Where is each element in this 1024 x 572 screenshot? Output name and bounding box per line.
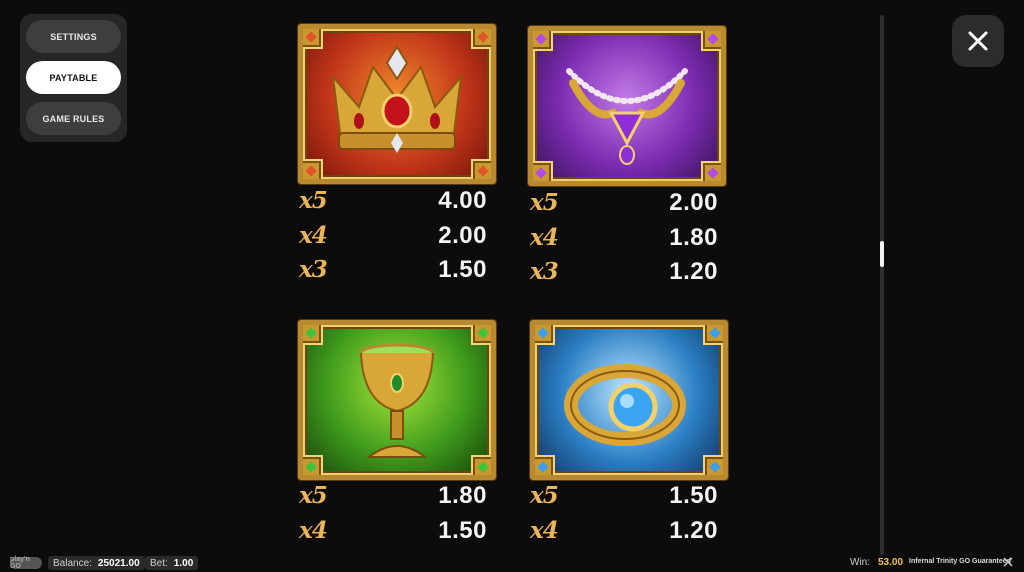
corner-gem-icon <box>471 325 491 345</box>
brand-logo: play'n GO <box>10 556 42 570</box>
payout-row: x5 4.00 <box>299 187 495 217</box>
payout-row: x4 2.00 <box>299 222 495 252</box>
bet-display: Bet: 1.00 <box>145 556 199 570</box>
payout-value: 1.80 <box>669 224 718 251</box>
corner-gem-icon <box>303 455 323 475</box>
multiplier-label: x4 <box>530 517 559 544</box>
crown-icon <box>331 45 463 153</box>
paytable-button[interactable]: PAYTABLE <box>26 61 121 94</box>
payout-row: x3 1.20 <box>530 258 726 288</box>
payout-row: x5 1.80 <box>299 482 495 512</box>
payout-value: 2.00 <box>438 222 487 249</box>
bet-label: Bet: <box>150 557 168 569</box>
corner-gem-icon <box>535 455 555 475</box>
payout-value: 2.00 <box>669 189 718 216</box>
multiplier-label: x3 <box>299 256 328 283</box>
payout-value: 1.80 <box>438 482 487 509</box>
corner-gem-icon <box>471 29 491 49</box>
multiplier-label: x4 <box>530 224 559 251</box>
corner-gem-icon <box>303 325 323 345</box>
payout-row: x5 1.50 <box>530 482 726 512</box>
game-title: Infernal Trinity GO Guaranteed <box>909 558 1011 565</box>
corner-gem-icon <box>703 325 723 345</box>
payout-value: 1.50 <box>669 482 718 509</box>
corner-gem-icon <box>701 31 721 51</box>
multiplier-label: x5 <box>299 187 328 214</box>
payout-value: 1.20 <box>669 517 718 544</box>
settings-button[interactable]: SETTINGS <box>26 20 121 53</box>
paytable-menu: SETTINGS PAYTABLE GAME RULES <box>20 14 127 142</box>
corner-gem-icon <box>533 161 553 181</box>
payout-value: 1.20 <box>669 258 718 285</box>
close-button[interactable] <box>952 15 1004 67</box>
corner-gem-icon <box>303 29 323 49</box>
corner-gem-icon <box>703 455 723 475</box>
multiplier-label: x4 <box>299 517 328 544</box>
chalice-symbol <box>298 320 496 480</box>
payout-row: x5 2.00 <box>530 189 726 219</box>
payout-row: x4 1.80 <box>530 224 726 254</box>
payout-row: x4 1.50 <box>299 517 495 547</box>
bet-value: 1.00 <box>173 557 194 569</box>
necklace-icon <box>566 68 688 165</box>
status-close-icon[interactable] <box>1002 556 1014 568</box>
corner-gem-icon <box>471 159 491 179</box>
corner-gem-icon <box>701 161 721 181</box>
scrollbar-track[interactable] <box>880 15 884 555</box>
status-bar: play'n GO Balance: 25021.00 Bet: 1.00 Wi… <box>0 554 1024 572</box>
multiplier-label: x3 <box>530 258 559 285</box>
payout-value: 1.50 <box>438 517 487 544</box>
corner-gem-icon <box>533 31 553 51</box>
crown-symbol <box>298 24 496 184</box>
payout-row: x3 1.50 <box>299 256 495 286</box>
balance-label: Balance: <box>53 557 92 569</box>
multiplier-label: x5 <box>530 482 559 509</box>
win-label: Win: <box>850 557 870 568</box>
game-rules-button[interactable]: GAME RULES <box>26 102 121 135</box>
corner-gem-icon <box>535 325 555 345</box>
close-icon <box>968 31 988 51</box>
necklace-symbol <box>528 26 726 186</box>
ring-icon <box>564 364 686 446</box>
corner-gem-icon <box>303 159 323 179</box>
multiplier-label: x4 <box>299 222 328 249</box>
balance-value: 25021.00 <box>97 557 140 569</box>
win-value: 53.00 <box>878 557 904 568</box>
payout-row: x4 1.20 <box>530 517 726 547</box>
ring-symbol <box>530 320 728 480</box>
payout-value: 4.00 <box>438 187 487 214</box>
scrollbar-thumb[interactable] <box>880 241 884 267</box>
multiplier-label: x5 <box>530 189 559 216</box>
corner-gem-icon <box>471 455 491 475</box>
payout-value: 1.50 <box>438 256 487 283</box>
balance-display: Balance: 25021.00 <box>48 556 145 570</box>
chalice-icon <box>359 343 435 458</box>
multiplier-label: x5 <box>299 482 328 509</box>
